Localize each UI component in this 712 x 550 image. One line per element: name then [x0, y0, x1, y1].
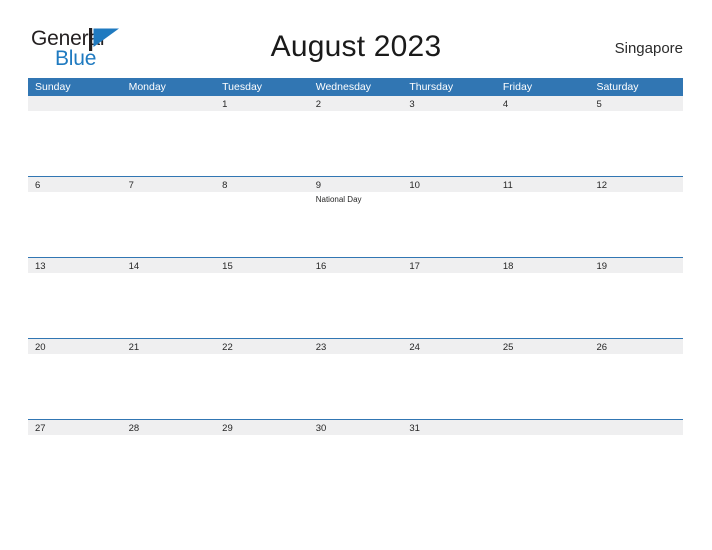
- calendar-week-row: 6 7 8 9 National Day 10 11 12: [28, 176, 683, 257]
- day-number: 26: [596, 342, 608, 353]
- day-number: 15: [222, 261, 233, 272]
- weekday-header-thursday: Thursday: [409, 81, 454, 93]
- day-cell[interactable]: 19: [589, 258, 683, 338]
- day-number: 6: [35, 180, 41, 191]
- day-number: 2: [315, 99, 322, 110]
- calendar-page: General Blue August 2023 Singapore Sunda…: [0, 0, 712, 550]
- day-cell[interactable]: [28, 96, 122, 176]
- day-cell[interactable]: 20: [28, 339, 122, 419]
- page-title: August 2023: [270, 30, 442, 63]
- calendar-week-row: 1 2 3 4 5: [28, 96, 683, 176]
- day-number: 18: [502, 261, 514, 272]
- day-number: [503, 423, 585, 434]
- day-cell[interactable]: 6: [28, 177, 122, 257]
- day-cell[interactable]: 12: [589, 177, 683, 257]
- day-number: 4: [502, 99, 509, 110]
- day-number: 16: [315, 261, 327, 272]
- day-number: 7: [128, 180, 134, 191]
- day-cell[interactable]: 23: [309, 339, 403, 419]
- day-cell[interactable]: 16: [309, 258, 403, 338]
- weekday-header-row: Sunday Monday Tuesday Wednesday Thursday…: [28, 78, 683, 96]
- day-number: 19: [596, 261, 608, 272]
- calendar-week-row: 13 14 15 16 17 18 19: [28, 257, 683, 338]
- day-cell[interactable]: 31: [402, 420, 496, 500]
- day-cell[interactable]: 8: [215, 177, 309, 257]
- day-cell-holiday[interactable]: 9 National Day: [309, 177, 403, 257]
- day-number: 31: [409, 423, 420, 434]
- day-cell[interactable]: [589, 420, 683, 500]
- day-cell[interactable]: 4: [496, 96, 590, 176]
- day-number: 13: [35, 261, 46, 272]
- day-number: 9: [315, 180, 322, 191]
- day-number: [596, 423, 678, 434]
- day-number: 10: [409, 180, 420, 191]
- day-number: [129, 99, 211, 110]
- day-cell[interactable]: 29: [215, 420, 309, 500]
- day-cell[interactable]: 11: [496, 177, 590, 257]
- calendar-week-row: 20 21 22 23 24 25 26: [28, 338, 683, 419]
- day-number: 30: [315, 423, 327, 434]
- day-number: 8: [222, 180, 228, 191]
- day-number: 1: [222, 99, 228, 110]
- day-number: 22: [222, 342, 233, 353]
- day-number: 3: [409, 99, 415, 110]
- day-cell[interactable]: 14: [122, 258, 216, 338]
- weekday-header-wednesday: Wednesday: [315, 81, 371, 93]
- day-cell[interactable]: 24: [402, 339, 496, 419]
- day-cell[interactable]: 10: [402, 177, 496, 257]
- calendar-week-row: 27 28 29 30 31: [28, 419, 683, 500]
- day-cell[interactable]: 18: [496, 258, 590, 338]
- day-cell[interactable]: 7: [122, 177, 216, 257]
- weekday-header-friday: Friday: [502, 81, 533, 93]
- day-cell[interactable]: 30: [309, 420, 403, 500]
- weekday-header-monday: Monday: [128, 81, 166, 93]
- day-cell[interactable]: 1: [215, 96, 309, 176]
- day-cell[interactable]: 15: [215, 258, 309, 338]
- page-header: General Blue August 2023 Singapore: [0, 0, 712, 74]
- locale-label: Singapore: [614, 40, 683, 57]
- day-cell[interactable]: 17: [402, 258, 496, 338]
- day-number: [35, 99, 117, 110]
- day-number: 21: [128, 342, 140, 353]
- day-number: 20: [35, 342, 46, 353]
- day-number: 11: [502, 180, 513, 191]
- day-number: 5: [596, 99, 602, 110]
- day-cell[interactable]: 3: [402, 96, 496, 176]
- day-number: 24: [409, 342, 420, 353]
- day-cell[interactable]: 21: [122, 339, 216, 419]
- day-number: 12: [596, 180, 608, 191]
- day-number: 23: [315, 342, 327, 353]
- day-cell[interactable]: 27: [28, 420, 122, 500]
- day-number: 17: [409, 261, 420, 272]
- weekday-header-tuesday: Tuesday: [222, 81, 263, 93]
- weekday-header-sunday: Sunday: [35, 81, 71, 93]
- day-event: National Day: [315, 195, 362, 204]
- day-cell[interactable]: 26: [589, 339, 683, 419]
- calendar-grid: Sunday Monday Tuesday Wednesday Thursday…: [28, 78, 683, 500]
- day-number: 27: [35, 423, 46, 434]
- weekday-header-saturday: Saturday: [596, 81, 639, 93]
- day-number: 14: [128, 261, 140, 272]
- day-number: 25: [502, 342, 514, 353]
- day-cell[interactable]: [496, 420, 590, 500]
- day-number: 28: [128, 423, 140, 434]
- day-cell[interactable]: 5: [589, 96, 683, 176]
- day-cell[interactable]: 25: [496, 339, 590, 419]
- day-cell[interactable]: 28: [122, 420, 216, 500]
- day-cell[interactable]: 22: [215, 339, 309, 419]
- day-cell[interactable]: [122, 96, 216, 176]
- day-number: 29: [222, 423, 233, 434]
- day-cell[interactable]: 13: [28, 258, 122, 338]
- day-cell[interactable]: 2: [309, 96, 403, 176]
